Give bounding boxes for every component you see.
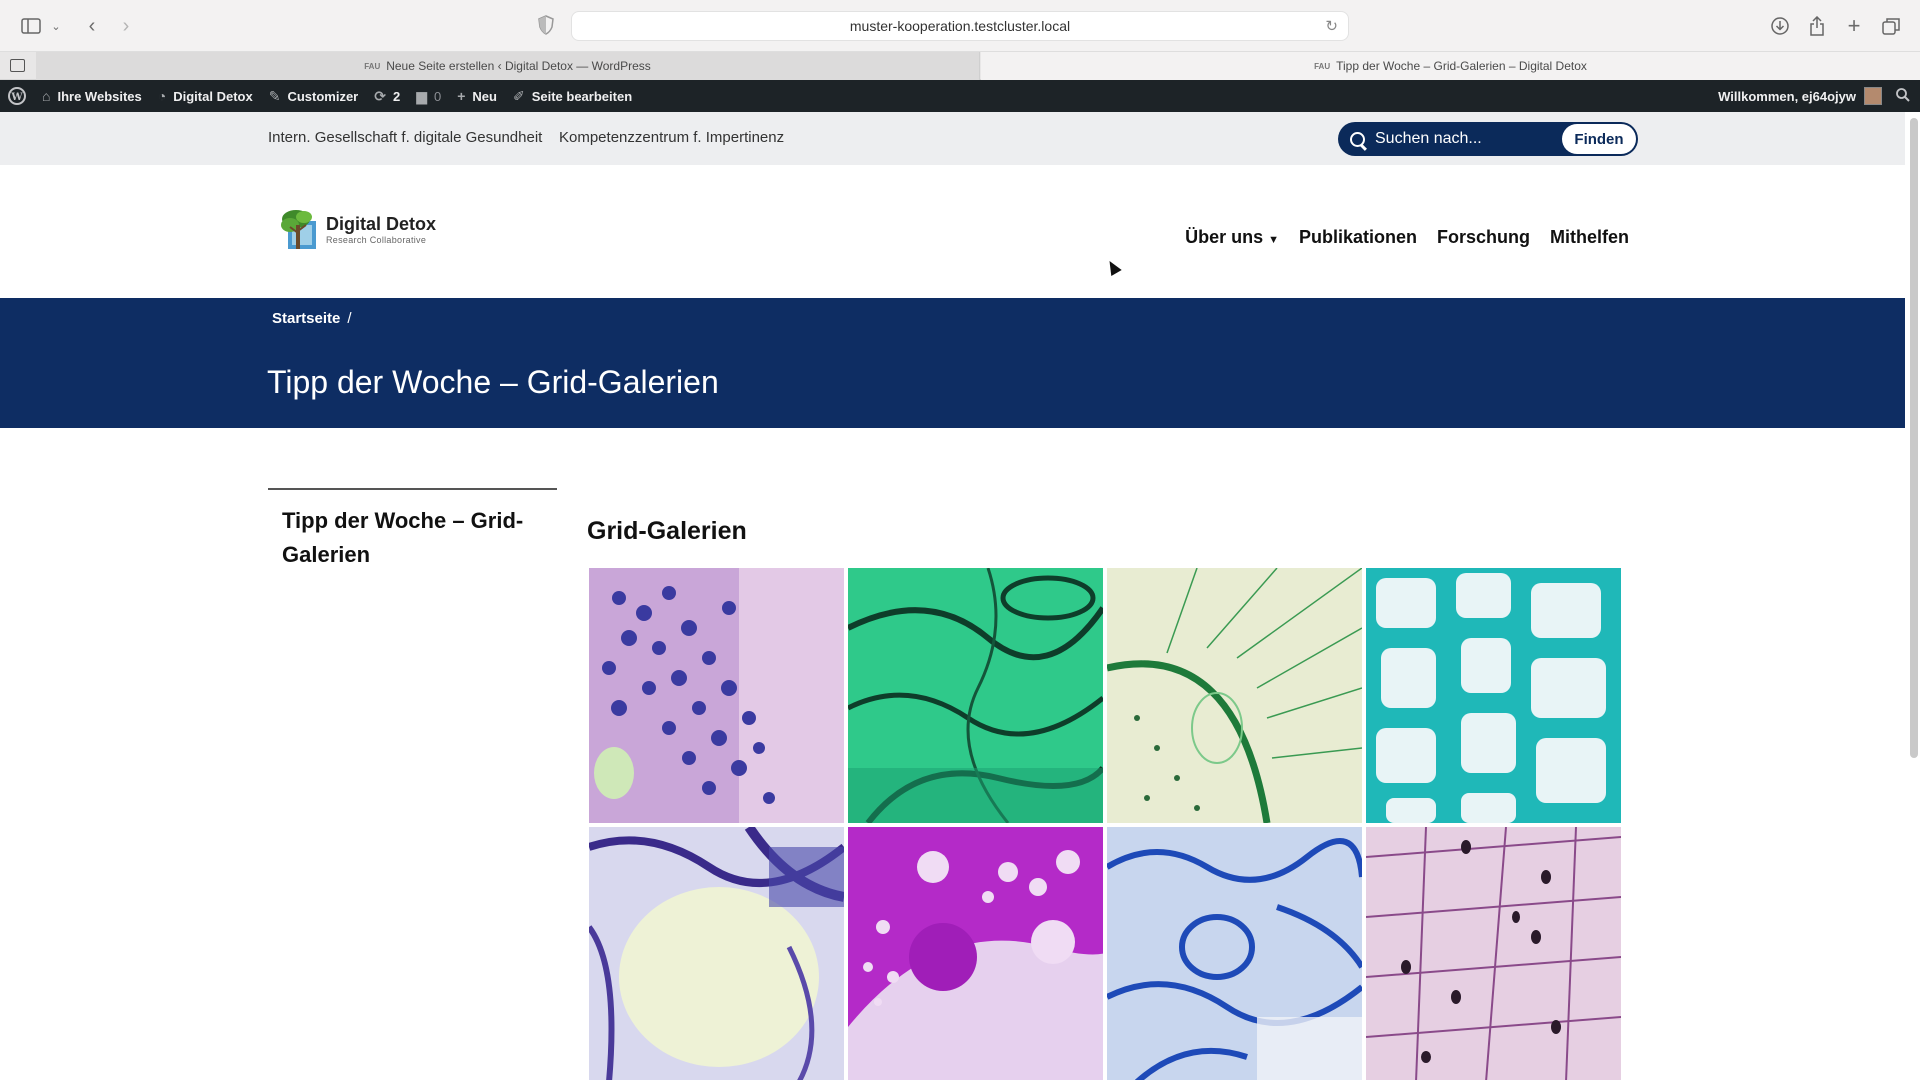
gallery-image[interactable]	[1107, 827, 1362, 1080]
tab-label: Tipp der Woche – Grid-Galerien – Digital…	[1336, 59, 1587, 73]
chevron-down-icon[interactable]: ⌄	[50, 13, 62, 39]
admin-greeting[interactable]: Willkommen, ej64ojyw	[1718, 89, 1856, 104]
search-icon	[1350, 131, 1365, 147]
admin-item-label: 0	[433, 88, 442, 104]
nav-item-ueber-uns[interactable]: Über uns ▼	[1185, 227, 1279, 248]
admin-updates[interactable]: ⟳ 2	[366, 80, 408, 112]
tab-overview-icon[interactable]	[1880, 13, 1902, 39]
tab-group-icon[interactable]	[10, 59, 25, 72]
logo-subtitle: Research Collaborative	[326, 234, 427, 245]
gallery-image[interactable]	[1107, 568, 1362, 823]
page-title: Tipp der Woche – Grid-Galerien	[267, 364, 719, 400]
admin-my-sites[interactable]: ⌂ Ihre Websites	[34, 80, 150, 112]
logo-name: Digital Detox	[326, 213, 437, 234]
comments-icon: ▆	[416, 87, 427, 104]
address-bar[interactable]: muster-kooperation.testcluster.local ↻	[571, 11, 1349, 41]
search-form: Finden	[1338, 122, 1638, 156]
admin-item-label: Neu	[472, 88, 497, 104]
gallery-image[interactable]	[589, 827, 844, 1080]
nav-item-forschung[interactable]: Forschung	[1437, 227, 1530, 248]
toplink-kompetenzzentrum[interactable]: Kompetenzzentrum f. Impertinenz	[559, 129, 784, 146]
tree-logo-icon	[278, 207, 320, 251]
wordpress-logo-icon[interactable]: W	[0, 80, 34, 112]
admin-new[interactable]: + Neu	[449, 80, 505, 112]
fau-favicon-icon: FAU	[364, 61, 381, 71]
admin-item-label: Digital Detox	[173, 88, 253, 104]
nav-item-mithelfen[interactable]: Mithelfen	[1550, 227, 1629, 248]
admin-comments[interactable]: ▆ 0	[408, 80, 449, 112]
image-gallery	[589, 568, 1621, 1080]
section-title: Grid-Galerien	[587, 517, 747, 545]
reload-icon[interactable]: ↻	[1325, 17, 1338, 35]
brush-icon: ✎	[268, 87, 281, 104]
wp-admin-bar: W ⌂ Ihre Websites ◔ Digital Detox ✎ Cust…	[0, 80, 1920, 112]
privacy-shield-icon[interactable]	[538, 15, 554, 35]
admin-site-name[interactable]: ◔ Digital Detox	[150, 80, 261, 112]
page-hero: Startseite / Tipp der Woche – Grid-Galeri…	[0, 298, 1905, 428]
caret-down-icon: ▼	[1268, 234, 1279, 246]
sites-icon: ⌂	[42, 88, 51, 104]
pencil-icon: ✐	[512, 87, 525, 104]
admin-item-label: Ihre Websites	[57, 88, 142, 104]
page-scrollbar[interactable]	[1910, 118, 1918, 758]
fau-favicon-icon: FAU	[1314, 61, 1331, 71]
admin-edit-page[interactable]: ✐ Seite bearbeiten	[505, 80, 640, 112]
main-nav: Über uns ▼ Publikationen Forschung Mithel…	[1185, 227, 1629, 248]
new-tab-icon[interactable]: +	[1843, 13, 1865, 39]
tab-label: Neue Seite erstellen ‹ Digital Detox — W…	[386, 59, 651, 73]
gallery-image[interactable]	[589, 568, 844, 823]
dashboard-icon: ◔	[157, 88, 167, 104]
forward-icon[interactable]: ›	[116, 13, 136, 39]
tab-new-page[interactable]: FAU Neue Seite erstellen ‹ Digital Detox…	[36, 52, 980, 80]
admin-customizer[interactable]: ✎ Customizer	[261, 80, 367, 112]
admin-item-label: 2	[392, 88, 401, 104]
nav-item-publikationen[interactable]: Publikationen	[1299, 227, 1417, 248]
url-text: muster-kooperation.testcluster.local	[849, 18, 1071, 34]
breadcrumb-separator: /	[347, 310, 352, 327]
gallery-image[interactable]	[1366, 827, 1621, 1080]
browser-toolbar: ⌄ ‹ › muster-kooperation.testcluster.loc…	[0, 0, 1920, 52]
downloads-icon[interactable]	[1769, 13, 1791, 39]
gallery-image[interactable]	[848, 827, 1103, 1080]
share-icon[interactable]	[1806, 13, 1828, 39]
search-button[interactable]: Finden	[1562, 124, 1636, 154]
tab-grid-galerien[interactable]: FAU Tipp der Woche – Grid-Galerien – Dig…	[981, 52, 1920, 80]
sidebar-item-current[interactable]: Tipp der Woche – Grid-Galerien	[282, 504, 543, 572]
toplink-gesellschaft[interactable]: Intern. Gesellschaft f. digitale Gesundh…	[268, 129, 542, 146]
gallery-image[interactable]	[848, 568, 1103, 823]
avatar[interactable]	[1864, 87, 1882, 105]
plus-icon: +	[457, 88, 466, 104]
gallery-image[interactable]	[1366, 568, 1621, 823]
site-logo[interactable]: Digital Detox Research Collaborative	[278, 207, 436, 251]
svg-text:W: W	[10, 92, 23, 103]
updates-icon: ⟳	[374, 87, 386, 104]
search-icon[interactable]	[1896, 87, 1910, 105]
sidebar-nav: Tipp der Woche – Grid-Galerien	[268, 488, 557, 586]
site-header: Digital Detox Research Collaborative Übe…	[0, 165, 1905, 298]
admin-item-label: Customizer	[287, 88, 359, 104]
breadcrumb: Startseite /	[272, 310, 352, 327]
search-input[interactable]	[1375, 130, 1560, 148]
nav-label: Über uns	[1185, 227, 1264, 247]
admin-item-label: Seite bearbeiten	[531, 88, 633, 104]
tab-bar: FAU Neue Seite erstellen ‹ Digital Detox…	[0, 52, 1920, 80]
breadcrumb-home[interactable]: Startseite	[272, 310, 340, 327]
top-bar: Intern. Gesellschaft f. digitale Gesundh…	[0, 112, 1905, 165]
back-icon[interactable]: ‹	[82, 13, 102, 39]
sidebar-toggle-icon[interactable]	[20, 13, 42, 39]
